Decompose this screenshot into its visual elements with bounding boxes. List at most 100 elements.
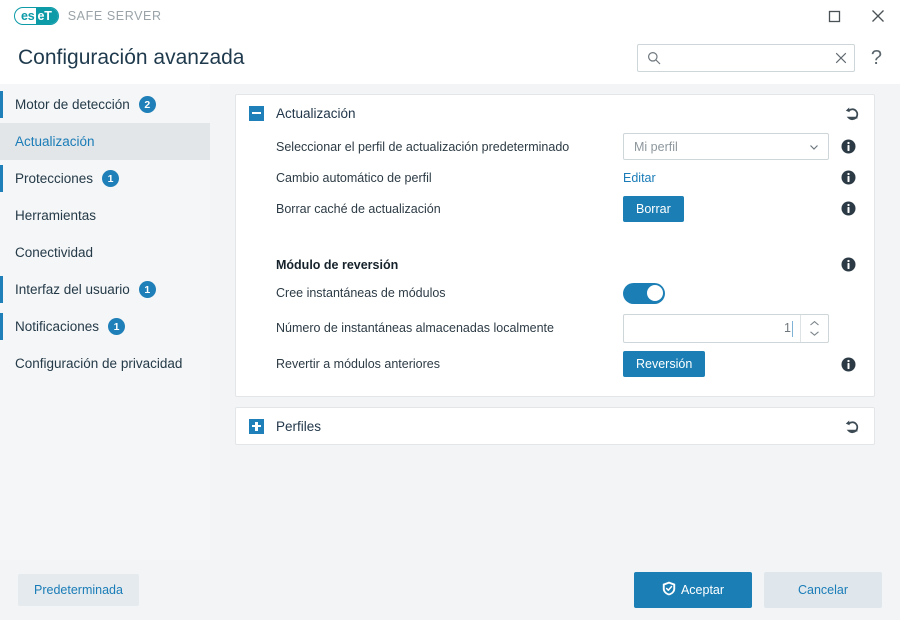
search-input[interactable] <box>660 51 835 65</box>
minus-icon[interactable] <box>249 105 264 121</box>
search-box[interactable] <box>636 44 855 72</box>
selection-marker <box>0 165 3 192</box>
sidebar-item-motor-de-deteccion[interactable]: Motor de detección 2 <box>0 86 210 123</box>
chevron-down-icon <box>810 330 819 336</box>
clear-cache-button[interactable]: Borrar <box>623 195 684 222</box>
plus-icon[interactable] <box>249 418 264 434</box>
sidebar-item-label: Protecciones <box>15 171 94 186</box>
undo-icon[interactable] <box>844 105 861 122</box>
row-rollback-group-title: Módulo de reversión <box>249 224 861 276</box>
row-control: Mi perfil <box>623 133 835 160</box>
selection-marker <box>0 313 3 340</box>
logo-text-et: eT <box>35 8 58 24</box>
section-perfiles: Perfiles <box>235 407 875 445</box>
row-control: Editar <box>623 171 835 185</box>
row-control: Reversión <box>623 351 835 377</box>
row-control: Borrar <box>623 195 835 222</box>
selection-marker <box>0 276 3 303</box>
row-label: Borrar caché de actualización <box>276 201 441 216</box>
sidebar-item-label: Motor de detección <box>15 97 130 112</box>
eset-logo-icon: es eT ® <box>14 7 59 25</box>
settings-content: Actualización Seleccionar el perfil de a… <box>210 84 900 560</box>
sidebar-item-herramientas[interactable]: Herramientas <box>0 197 210 234</box>
chevron-up-icon <box>810 320 819 325</box>
section-rows: Seleccionar el perfil de actualización p… <box>236 131 874 396</box>
info-icon[interactable] <box>835 257 861 272</box>
dialog-footer: Predeterminada Aceptar Cancelar <box>0 560 900 620</box>
sidebar-item-configuracion-de-privacidad[interactable]: Configuración de privacidad <box>0 345 210 382</box>
status-badge: 1 <box>102 170 120 187</box>
window-controls <box>812 0 900 32</box>
rollback-button[interactable]: Reversión <box>623 351 706 377</box>
sidebar-item-interfaz-del-usuario[interactable]: Interfaz del usuario 1 <box>0 271 210 308</box>
stepper-value[interactable]: 1 <box>624 315 800 342</box>
toggle-knob <box>646 285 663 301</box>
search-icon <box>647 51 661 65</box>
row-control: 1 <box>623 313 835 343</box>
group-label: Módulo de reversión <box>276 258 399 272</box>
selection-marker <box>0 91 3 118</box>
status-badge: 1 <box>108 318 126 335</box>
sidebar-item-protecciones[interactable]: Protecciones 1 <box>0 160 210 197</box>
shield-icon <box>662 581 676 599</box>
selected-value: Mi perfil <box>634 139 678 154</box>
header-actions: ? <box>636 44 886 72</box>
info-icon[interactable] <box>835 139 861 154</box>
info-icon[interactable] <box>835 170 861 185</box>
page-header: Configuración avanzada ? <box>0 32 900 84</box>
default-button[interactable]: Predeterminada <box>18 574 139 606</box>
row-rollback-modules: Revertir a módulos anteriores Reversión <box>249 346 861 382</box>
accept-button[interactable]: Aceptar <box>634 572 752 608</box>
sidebar-item-conectividad[interactable]: Conectividad <box>0 234 210 271</box>
row-automatic-profile-switch: Cambio automático de perfil Editar <box>249 162 861 193</box>
row-create-module-snapshots: Cree instantáneas de módulos <box>249 276 861 310</box>
row-control <box>623 282 835 304</box>
info-icon[interactable] <box>835 357 861 372</box>
sidebar-item-label: Interfaz del usuario <box>15 282 130 297</box>
row-label: Número de instantáneas almacenadas local… <box>276 321 554 335</box>
close-button[interactable] <box>856 0 900 32</box>
footer-primary-actions: Aceptar Cancelar <box>634 572 882 608</box>
sidebar-item-actualizacion[interactable]: Actualización <box>0 123 210 160</box>
row-clear-update-cache: Borrar caché de actualización Borrar <box>249 193 861 224</box>
row-label: Cree instantáneas de módulos <box>276 286 446 300</box>
snapshot-count-stepper[interactable]: 1 <box>623 313 829 343</box>
clear-search-icon[interactable] <box>835 52 847 64</box>
advanced-setup-window: es eT ® SAFE SERVER Configuración avanza… <box>0 0 900 620</box>
row-snapshot-count: Número de instantáneas almacenadas local… <box>249 310 861 346</box>
row-default-update-profile: Seleccionar el perfil de actualización p… <box>249 131 861 162</box>
status-badge: 1 <box>138 281 156 298</box>
cancel-button[interactable]: Cancelar <box>764 572 882 608</box>
sidebar-item-label: Notificaciones <box>15 319 100 334</box>
logo-text-es: es <box>21 8 35 23</box>
help-icon[interactable]: ? <box>867 48 886 68</box>
title-bar: es eT ® SAFE SERVER <box>0 0 900 32</box>
product-name: SAFE SERVER <box>67 9 162 23</box>
sidebar-nav: Motor de detección 2 Actualización Prote… <box>0 84 210 560</box>
module-snapshots-toggle[interactable] <box>623 282 665 304</box>
brand-logo: es eT ® SAFE SERVER <box>14 7 162 25</box>
sidebar-item-label: Actualización <box>15 134 95 149</box>
maximize-button[interactable] <box>812 0 856 32</box>
edit-link[interactable]: Editar <box>623 171 656 185</box>
row-label: Cambio automático de perfil <box>276 170 432 185</box>
section-header: Perfiles <box>236 408 874 444</box>
window-body: Motor de detección 2 Actualización Prote… <box>0 84 900 560</box>
row-label: Seleccionar el perfil de actualización p… <box>276 139 570 154</box>
sidebar-item-notificaciones[interactable]: Notificaciones 1 <box>0 308 210 345</box>
info-icon[interactable] <box>835 201 861 216</box>
status-badge: 2 <box>138 96 156 113</box>
stepper-arrows[interactable] <box>800 314 828 342</box>
row-label: Revertir a módulos anteriores <box>276 357 440 371</box>
accept-button-label: Aceptar <box>680 583 725 597</box>
section-title: Actualización <box>276 105 356 121</box>
update-profile-select[interactable]: Mi perfil <box>623 133 829 160</box>
chevron-down-icon <box>808 141 820 153</box>
section-actualizacion: Actualización Seleccionar el perfil de a… <box>235 94 875 397</box>
sidebar-item-label: Herramientas <box>15 208 97 223</box>
undo-icon[interactable] <box>844 418 861 435</box>
section-title: Perfiles <box>276 418 322 434</box>
sidebar-item-label: Conectividad <box>15 245 94 260</box>
section-header: Actualización <box>236 95 874 131</box>
page-title: Configuración avanzada <box>18 46 245 69</box>
